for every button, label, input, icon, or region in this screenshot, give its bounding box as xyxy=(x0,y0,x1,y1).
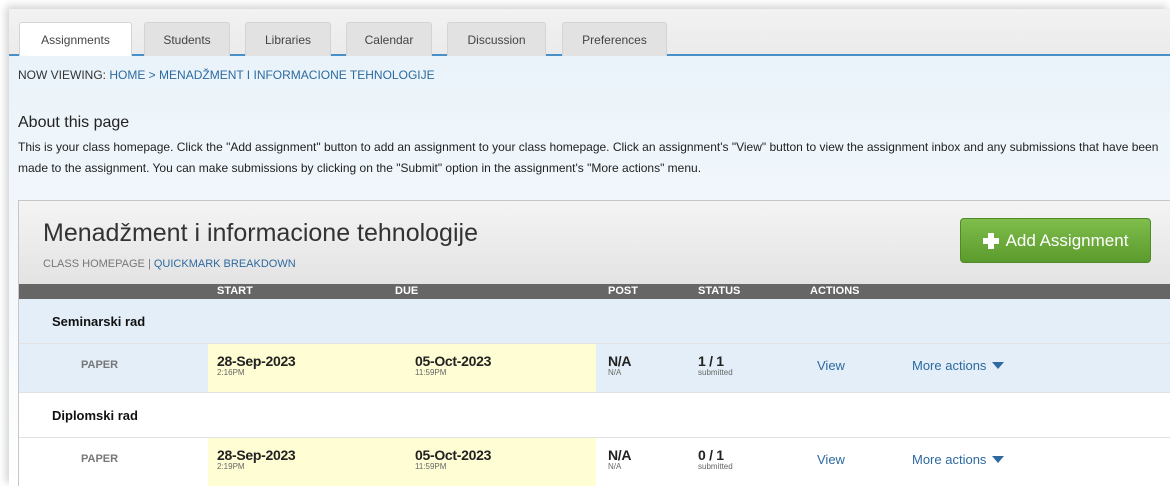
col-start: START xyxy=(217,285,253,297)
class-header: Menadžment i informacione tehnologije CL… xyxy=(19,201,1170,284)
view-button[interactable]: View xyxy=(817,452,845,467)
tab-assignments[interactable]: Assignments xyxy=(19,22,132,56)
status-sub: submitted xyxy=(698,462,733,471)
class-homepage-label: CLASS HOMEPAGE xyxy=(43,258,145,270)
start-date: 28-Sep-2023 xyxy=(217,447,296,463)
class-title: Menadžment i informacione tehnologije xyxy=(43,219,478,247)
about-text: This is your class homepage. Click the "… xyxy=(18,140,1159,175)
breadcrumb-current[interactable]: MENADŽMENT I INFORMACIONE TEHNOLOGIJE xyxy=(159,68,435,82)
app-frame: Assignments Students Libraries Calendar … xyxy=(9,9,1170,486)
tab-discussion[interactable]: Discussion xyxy=(447,22,546,56)
breadcrumb-home-link[interactable]: HOME xyxy=(109,68,145,82)
plus-icon xyxy=(982,232,999,249)
quickmark-breakdown-link[interactable]: QUICKMARK BREAKDOWN xyxy=(154,258,296,270)
col-post: POST xyxy=(608,285,638,297)
post-sub: N/A xyxy=(608,368,622,377)
start-date: 28-Sep-2023 xyxy=(217,353,296,369)
start-time: 2:16PM xyxy=(217,368,245,377)
submission-status: 1 / 1 xyxy=(698,353,724,369)
add-assignment-label: Add Assignment xyxy=(1005,230,1129,250)
more-actions-label: More actions xyxy=(912,358,987,373)
assignment-type: PAPER xyxy=(81,453,119,465)
due-time: 11:59PM xyxy=(415,368,447,377)
breadcrumb-prefix: NOW VIEWING: xyxy=(18,68,110,82)
breadcrumb-separator: > xyxy=(145,68,160,82)
add-assignment-button[interactable]: Add Assignment xyxy=(960,218,1151,263)
tab-preferences[interactable]: Preferences xyxy=(562,22,667,56)
class-panel: Menadžment i informacione tehnologije CL… xyxy=(18,200,1170,486)
col-due: DUE xyxy=(395,285,419,297)
tab-libraries[interactable]: Libraries xyxy=(245,22,331,56)
due-date: 05-Oct-2023 xyxy=(415,447,492,463)
assignment-group-title: Diplomski rad xyxy=(19,392,1170,437)
more-actions-menu[interactable]: More actions xyxy=(912,358,1005,373)
submission-status: 0 / 1 xyxy=(698,447,724,463)
tab-calendar[interactable]: Calendar xyxy=(346,22,432,56)
post-date: N/A xyxy=(608,353,632,369)
more-actions-label: More actions xyxy=(912,452,987,467)
post-date: N/A xyxy=(608,447,632,463)
class-links: CLASS HOMEPAGE | QUICKMARK BREAKDOWN xyxy=(43,258,296,270)
table-row: PAPER 28-Sep-2023 2:16PM 05-Oct-2023 11:… xyxy=(19,343,1170,392)
assignment-name: Seminarski rad xyxy=(52,314,146,329)
table-row: PAPER 28-Sep-2023 2:19PM 05-Oct-2023 11:… xyxy=(19,437,1170,486)
status-sub: submitted xyxy=(698,368,733,377)
assignment-name: Diplomski rad xyxy=(52,408,138,423)
caret-down-icon xyxy=(992,362,1005,369)
due-date: 05-Oct-2023 xyxy=(415,353,492,369)
about-title: About this page xyxy=(18,114,130,131)
tab-students[interactable]: Students xyxy=(144,22,230,56)
caret-down-icon xyxy=(992,456,1005,463)
class-links-separator: | xyxy=(144,258,154,270)
assignment-group-title: Seminarski rad xyxy=(19,299,1170,343)
col-status: STATUS xyxy=(698,285,741,297)
start-time: 2:19PM xyxy=(217,462,245,471)
due-time: 11:59PM xyxy=(415,462,447,471)
post-sub: N/A xyxy=(608,462,622,471)
tab-bar: Assignments Students Libraries Calendar … xyxy=(9,9,1170,56)
view-button[interactable]: View xyxy=(817,358,845,373)
assignment-type: PAPER xyxy=(81,359,119,371)
table-header: START DUE POST STATUS ACTIONS xyxy=(19,284,1170,299)
more-actions-menu[interactable]: More actions xyxy=(912,452,1005,467)
breadcrumb: NOW VIEWING: HOME > MENADŽMENT I INFORMA… xyxy=(18,68,435,82)
col-actions: ACTIONS xyxy=(810,285,860,297)
